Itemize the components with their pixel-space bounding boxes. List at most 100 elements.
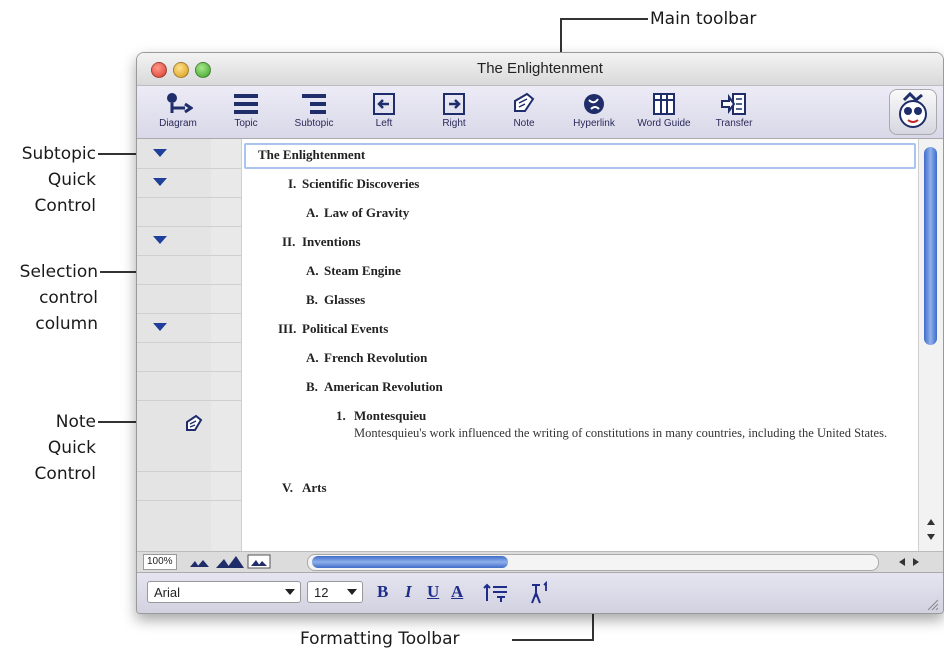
collapse-triangle-icon[interactable] bbox=[153, 236, 167, 244]
dropdown-arrow-icon bbox=[285, 589, 295, 595]
outline-topic[interactable]: Political Events bbox=[302, 321, 388, 337]
collapse-triangle-icon[interactable] bbox=[153, 149, 167, 157]
italic-button[interactable]: I bbox=[405, 581, 412, 603]
dropdown-arrow-icon bbox=[347, 589, 357, 595]
left-button[interactable]: Left bbox=[349, 88, 419, 129]
subtopic-icon bbox=[302, 94, 326, 114]
row-divider bbox=[137, 255, 241, 256]
bottom-strip: 100% bbox=[137, 551, 943, 572]
outline-number: 1. bbox=[336, 408, 346, 423]
resize-grip-icon[interactable] bbox=[925, 597, 939, 611]
horizontal-scroll-thumb[interactable] bbox=[312, 556, 508, 568]
outline-topic[interactable]: Arts bbox=[302, 480, 327, 496]
main-toolbar: Diagram Topic Subtopic Left Right Note H… bbox=[137, 86, 943, 139]
zoom-small-mountains-icon[interactable] bbox=[189, 556, 211, 568]
outline-subtopic[interactable]: American Revolution bbox=[324, 379, 443, 395]
superscript-icon[interactable] bbox=[529, 581, 553, 605]
horizontal-scrollbar[interactable] bbox=[307, 554, 879, 571]
note-text[interactable]: Montesquieu's work influenced the writin… bbox=[354, 425, 914, 442]
outline-number: B. bbox=[306, 379, 318, 394]
app-logo[interactable] bbox=[889, 89, 937, 135]
title-bar[interactable]: The Enlightenment bbox=[137, 53, 943, 86]
font-select[interactable]: Arial bbox=[147, 581, 301, 603]
diagram-icon bbox=[167, 93, 193, 114]
main-toolbar-label: Main toolbar bbox=[650, 9, 757, 29]
callout-text: Quick bbox=[47, 170, 96, 190]
topic-icon bbox=[234, 94, 258, 114]
row-divider bbox=[137, 471, 241, 472]
vertical-scroll-thumb[interactable] bbox=[924, 147, 937, 345]
callout-formatting-toolbar: Formatting Toolbar bbox=[300, 626, 510, 652]
zoom-fit-icon[interactable] bbox=[247, 554, 271, 569]
scroll-down-arrow-icon[interactable] bbox=[925, 532, 937, 542]
callout-text: Control bbox=[34, 196, 96, 216]
word-guide-button[interactable]: Word Guide bbox=[629, 88, 699, 129]
outline-number: V. bbox=[282, 480, 293, 495]
note-button[interactable]: Note bbox=[489, 88, 559, 129]
font-size-select[interactable]: 12 bbox=[307, 581, 363, 603]
outline-number: A. bbox=[306, 350, 319, 365]
outline-subtopic[interactable]: Law of Gravity bbox=[324, 205, 409, 221]
outline-subtopic[interactable]: Glasses bbox=[324, 292, 365, 308]
window-title: The Enlightenment bbox=[477, 60, 603, 77]
bold-button[interactable]: B bbox=[377, 581, 388, 603]
outline-number: B. bbox=[306, 292, 318, 307]
formatting-toolbar: Arial 12 B I U A bbox=[137, 572, 943, 613]
toolbar-label: Diagram bbox=[159, 118, 197, 129]
outline-topic[interactable]: Inventions bbox=[302, 234, 361, 250]
scroll-left-arrow-icon[interactable] bbox=[897, 557, 907, 567]
zoom-level[interactable]: 100% bbox=[143, 554, 177, 570]
toolbar-label: Hyperlink bbox=[573, 118, 615, 129]
selection-control-column[interactable] bbox=[211, 139, 242, 551]
subtopic-quick-control-column bbox=[137, 139, 212, 551]
vertical-scrollbar[interactable] bbox=[918, 139, 943, 551]
collapse-triangle-icon[interactable] bbox=[153, 178, 167, 186]
outline-subtopic[interactable]: Montesquieu bbox=[354, 408, 426, 424]
toolbar-label: Right bbox=[442, 118, 466, 129]
callout-text: Quick bbox=[47, 438, 96, 458]
callout-text: control bbox=[39, 288, 98, 308]
diagram-button[interactable]: Diagram bbox=[143, 88, 213, 129]
row-divider bbox=[137, 168, 241, 169]
outline-subtopic[interactable]: French Revolution bbox=[324, 350, 427, 366]
toolbar-label: Subtopic bbox=[294, 118, 334, 129]
row-divider bbox=[137, 226, 241, 227]
transfer-button[interactable]: Transfer bbox=[699, 88, 769, 129]
callout-main-toolbar: Main toolbar bbox=[650, 6, 756, 32]
outline-number: II. bbox=[282, 234, 296, 249]
callout-text: Subtopic bbox=[21, 144, 96, 164]
outline-subtopic[interactable]: Steam Engine bbox=[324, 263, 401, 279]
scroll-up-arrow-icon[interactable] bbox=[925, 517, 937, 527]
callout-note-quick-control: Note Quick Control bbox=[6, 409, 96, 487]
underline-button[interactable]: U bbox=[427, 581, 439, 603]
note-quick-control-icon[interactable] bbox=[183, 414, 205, 434]
outline-topic[interactable]: Scientific Discoveries bbox=[302, 176, 419, 192]
transfer-icon bbox=[721, 93, 746, 115]
topic-button[interactable]: Topic bbox=[211, 88, 281, 129]
zoom-large-mountains-icon[interactable] bbox=[215, 554, 245, 569]
row-divider bbox=[137, 342, 241, 343]
collapse-triangle-icon[interactable] bbox=[153, 323, 167, 331]
toolbar-label: Left bbox=[375, 118, 393, 129]
word-guide-icon bbox=[653, 93, 675, 115]
mascot-logo-icon bbox=[899, 91, 927, 128]
callout-text: Note bbox=[55, 412, 96, 432]
right-button[interactable]: Right bbox=[419, 88, 489, 129]
text-color-button[interactable]: A bbox=[451, 581, 463, 603]
outline-number: A. bbox=[306, 263, 319, 278]
subtopic-button[interactable]: Subtopic bbox=[279, 88, 349, 129]
callout-line bbox=[512, 639, 594, 641]
toolbar-label: Note bbox=[513, 118, 535, 129]
callout-subtopic-quick-control: Subtopic Quick Control bbox=[6, 141, 96, 219]
root-topic[interactable]: The Enlightenment bbox=[258, 147, 365, 163]
scroll-right-arrow-icon[interactable] bbox=[911, 557, 921, 567]
row-divider bbox=[137, 371, 241, 372]
toolbar-label: Word Guide bbox=[637, 118, 691, 129]
outline-number: I. bbox=[288, 176, 297, 191]
paragraph-spacing-icon[interactable] bbox=[483, 583, 509, 603]
hyperlink-icon bbox=[584, 94, 604, 114]
font-size-value: 12 bbox=[314, 585, 329, 600]
outline-editor[interactable]: The Enlightenment I. Scientific Discover… bbox=[242, 139, 918, 551]
hyperlink-button[interactable]: Hyperlink bbox=[559, 88, 629, 129]
row-divider bbox=[137, 400, 241, 401]
